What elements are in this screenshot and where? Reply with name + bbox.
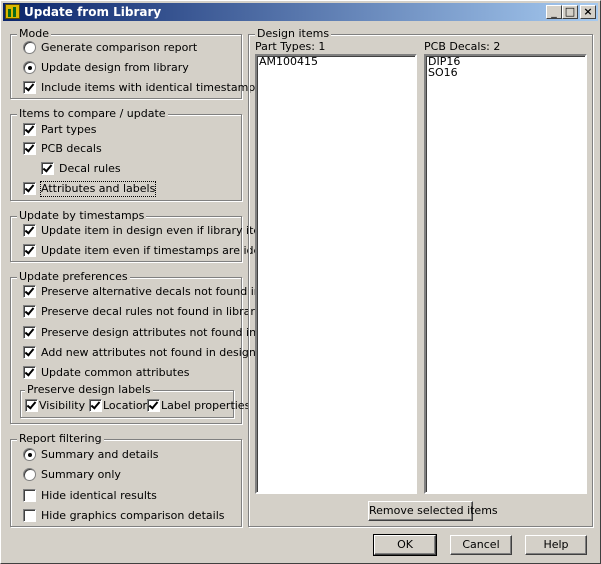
design-items-legend: Design items: [255, 27, 332, 40]
checkbox-box[interactable]: [23, 366, 36, 379]
app-icon: [5, 4, 20, 19]
mode-legend: Mode: [17, 27, 51, 40]
report-filtering-group: Report filtering Summary and details Sum…: [10, 432, 242, 527]
update-from-library-dialog: Update from Library _ □ × Mode Generate …: [0, 0, 601, 564]
remove-selected-button[interactable]: Remove selected items: [368, 501, 498, 521]
items-compare-legend: Items to compare / update: [17, 107, 168, 120]
radio-indicator[interactable]: [23, 448, 36, 461]
checkbox-box[interactable]: [23, 489, 36, 502]
checkbox-box[interactable]: [23, 285, 36, 298]
checkbox-box[interactable]: [23, 182, 36, 195]
checkbox-box[interactable]: [23, 305, 36, 318]
title-bar[interactable]: Update from Library _ □ ×: [3, 3, 598, 21]
option-label: Location: [103, 399, 150, 412]
pcb-decals-header: PCB Decals: 2: [424, 40, 501, 53]
list-item[interactable]: AM100415: [257, 56, 415, 67]
option-label: Hide graphics comparison details: [41, 509, 225, 522]
preserve-labels-group: Preserve design labels Visibility Locati…: [20, 383, 250, 418]
option-label: Summary only: [41, 468, 121, 481]
checkbox-box[interactable]: [23, 224, 36, 237]
part-types-list[interactable]: AM100415: [255, 54, 417, 494]
preferences-group: Update preferences Preserve alternative …: [10, 270, 300, 424]
radio-indicator[interactable]: [23, 61, 36, 74]
checkbox-box[interactable]: [23, 123, 36, 136]
ok-button[interactable]: OK: [373, 534, 437, 556]
option-label: Add new attributes not found in design: [41, 346, 256, 359]
maximize-button[interactable]: □: [562, 5, 578, 19]
option-label: Update design from library: [41, 61, 189, 74]
option-label: Summary and details: [41, 448, 159, 461]
option-label: Decal rules: [59, 162, 121, 175]
checkbox-box[interactable]: [23, 326, 36, 339]
list-item[interactable]: SO16: [426, 67, 585, 78]
checkbox-box[interactable]: [23, 346, 36, 359]
option-label: PCB decals: [41, 142, 102, 155]
option-label: Part types: [41, 123, 97, 136]
checkbox-box[interactable]: [25, 399, 38, 412]
option-label: Update common attributes: [41, 366, 190, 379]
cancel-button[interactable]: Cancel: [450, 535, 512, 555]
checkbox-box[interactable]: [23, 509, 36, 522]
radio-indicator[interactable]: [23, 41, 36, 54]
timestamps-legend: Update by timestamps: [17, 209, 147, 222]
close-button[interactable]: ×: [580, 5, 596, 19]
checkbox-box[interactable]: [147, 399, 160, 412]
option-label: Include items with identical timestamps: [41, 81, 262, 94]
option-label: Attributes and labels: [39, 181, 157, 197]
help-button[interactable]: Help: [525, 535, 587, 555]
window-title: Update from Library: [24, 5, 162, 19]
items-compare-group: Items to compare / update Part types PCB…: [10, 107, 242, 201]
radio-indicator[interactable]: [23, 468, 36, 481]
part-types-header: Part Types: 1: [255, 40, 326, 53]
option-label: Visibility: [39, 399, 86, 412]
checkbox-box[interactable]: [41, 162, 54, 175]
option-label: Generate comparison report: [41, 41, 198, 54]
minimize-button[interactable]: _: [546, 5, 562, 19]
option-label: Hide identical results: [41, 489, 157, 502]
preferences-legend: Update preferences: [17, 270, 130, 283]
timestamps-group: Update by timestamps Update item in desi…: [10, 209, 315, 262]
checkbox-box[interactable]: [23, 142, 36, 155]
checkbox-box[interactable]: [23, 244, 36, 257]
checkbox-box[interactable]: [23, 81, 36, 94]
report-filtering-legend: Report filtering: [17, 432, 104, 445]
mode-group: Mode Generate comparison report Update d…: [10, 27, 261, 99]
pcb-decals-list[interactable]: DIP16 SO16: [424, 54, 587, 494]
option-label: Preserve decal rules not found in librar…: [41, 305, 262, 318]
design-items-group: Design items Part Types: 1 PCB Decals: 2…: [248, 27, 593, 527]
preserve-labels-legend: Preserve design labels: [25, 383, 153, 396]
checkbox-box[interactable]: [89, 399, 102, 412]
option-label: Label properties: [161, 399, 251, 412]
